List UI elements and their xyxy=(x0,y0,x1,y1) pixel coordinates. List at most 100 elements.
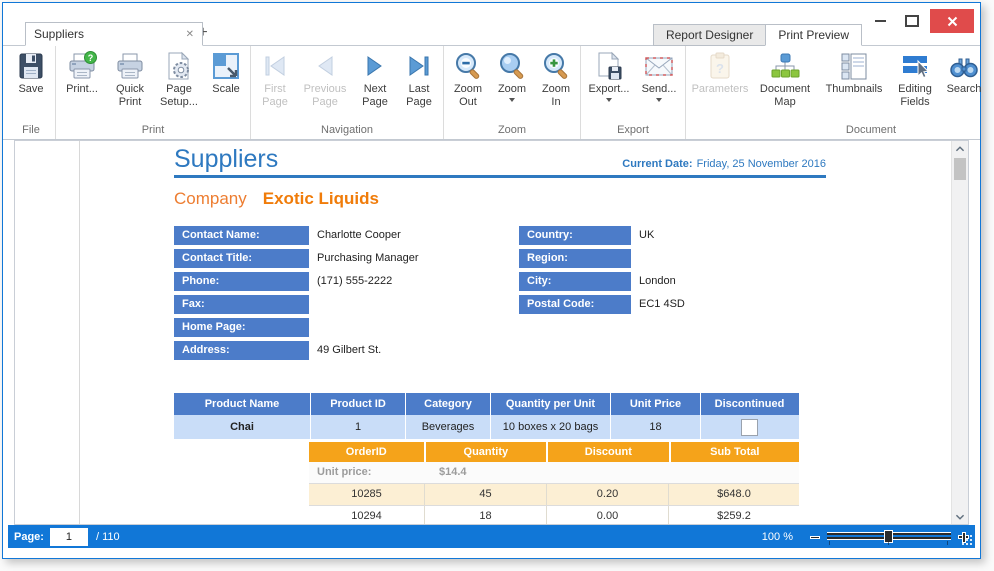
previous-page-button: Previous Page xyxy=(297,46,353,109)
report-title: Suppliers xyxy=(174,145,622,173)
maximize-button[interactable] xyxy=(898,9,926,33)
ribbon-group-label-zoom: Zoom xyxy=(446,124,578,139)
search-button[interactable]: Search xyxy=(940,46,988,96)
thumbnails-icon xyxy=(838,50,870,82)
zoom-in-icon xyxy=(540,50,572,82)
ribbon-group-label-navigation: Navigation xyxy=(253,124,441,139)
quick-print-button[interactable]: Quick Print xyxy=(106,46,154,109)
scroll-down-icon xyxy=(955,514,965,520)
close-button[interactable] xyxy=(930,9,974,33)
resize-grip[interactable] xyxy=(962,535,972,545)
previous-page-icon xyxy=(309,50,341,82)
zoom-button[interactable]: Zoom xyxy=(490,46,534,102)
product-table: Product Name Product ID Category Quantit… xyxy=(174,393,799,439)
zoom-icon xyxy=(496,50,528,82)
next-page-button[interactable]: Next Page xyxy=(353,46,397,109)
contact-info: Contact Name:Charlotte Cooper Contact Ti… xyxy=(174,226,826,364)
page-number-input[interactable] xyxy=(50,528,88,546)
first-page-button: First Page xyxy=(253,46,297,109)
page-setup-icon xyxy=(163,50,195,82)
quick-print-icon xyxy=(114,50,146,82)
search-icon xyxy=(948,50,980,82)
ribbon-group-document: ? Parameters Document Map Thumbnails Edi… xyxy=(686,46,994,139)
parameters-icon: ? xyxy=(704,50,736,82)
ribbon-group-file: Save File xyxy=(7,46,56,139)
ribbon-group-label-file: File xyxy=(9,124,53,139)
titlebar: Suppliers ✕ + Report Designer Print Prev… xyxy=(3,3,980,46)
title-rule xyxy=(174,175,826,178)
zoom-dropdown-arrow-icon[interactable] xyxy=(509,98,515,102)
first-page-icon xyxy=(259,50,291,82)
ribbon-group-label-print: Print xyxy=(58,124,248,139)
preview-viewport: Suppliers Current Date:Friday, 25 Novemb… xyxy=(14,140,969,525)
page-setup-button[interactable]: Page Setup... xyxy=(154,46,204,109)
app-window: Suppliers ✕ + Report Designer Print Prev… xyxy=(2,2,981,559)
send-dropdown-arrow-icon[interactable] xyxy=(656,98,662,102)
report-date-value: Friday, 25 November 2016 xyxy=(697,158,826,170)
ribbon-group-print: ? Print... Quick Print Page Setup... Sca… xyxy=(56,46,251,139)
print-button[interactable]: ? Print... xyxy=(58,46,106,96)
editing-fields-button[interactable]: Editing Fields xyxy=(890,46,940,109)
contact-row: Fax: xyxy=(174,295,519,314)
document-map-button[interactable]: Document Map xyxy=(752,46,818,109)
scroll-up-button[interactable] xyxy=(952,141,968,156)
slider-tick xyxy=(888,541,889,545)
save-button[interactable]: Save xyxy=(9,46,53,96)
maximize-icon xyxy=(905,15,919,27)
minimize-button[interactable] xyxy=(866,9,894,33)
ribbon-group-label-export: Export xyxy=(583,124,683,139)
contact-row: Region: xyxy=(519,249,826,268)
unit-price-value: $14.4 xyxy=(425,462,467,483)
contact-row: Phone:(171) 555-2222 xyxy=(174,272,519,291)
vertical-scrollbar[interactable] xyxy=(951,141,968,524)
editing-fields-icon xyxy=(899,50,931,82)
contact-row: City:London xyxy=(519,272,826,291)
svg-text:?: ? xyxy=(88,53,94,63)
mode-tabs: Report Designer Print Preview xyxy=(653,24,862,46)
zoom-in-button[interactable]: Zoom In xyxy=(534,46,578,109)
ribbon-group-zoom: Zoom Out Zoom Zoom In Zoom xyxy=(444,46,581,139)
discontinued-checkbox[interactable] xyxy=(741,419,758,436)
company-name: Exotic Liquids xyxy=(263,189,379,208)
unit-price-row: Unit price: $14.4 xyxy=(309,462,799,484)
product-row: Chai 1 Beverages 10 boxes x 20 bags 18 xyxy=(174,415,799,439)
window-controls xyxy=(866,9,974,33)
next-page-icon xyxy=(359,50,391,82)
send-button[interactable]: Send... xyxy=(635,46,683,102)
document-map-icon xyxy=(769,50,801,82)
contact-row: Country:UK xyxy=(519,226,826,245)
contact-row: Contact Name:Charlotte Cooper xyxy=(174,226,519,245)
document-tab-suppliers[interactable]: Suppliers ✕ xyxy=(25,22,203,46)
contact-row: Postal Code:EC1 4SD xyxy=(519,295,826,314)
tab-report-designer[interactable]: Report Designer xyxy=(653,24,765,46)
minus-icon xyxy=(810,536,820,539)
scale-button[interactable]: Scale xyxy=(204,46,248,96)
zoom-out-button[interactable]: Zoom Out xyxy=(446,46,490,109)
contact-row: Address:49 Gilbert St. xyxy=(174,341,519,360)
unit-price-label: Unit price: xyxy=(309,462,425,483)
close-icon xyxy=(947,16,958,27)
document-tab-label: Suppliers xyxy=(34,27,186,41)
tab-close-icon[interactable]: ✕ xyxy=(186,29,194,40)
product-table-header: Product Name Product ID Category Quantit… xyxy=(174,393,799,415)
watermark-button[interactable]: Watermark xyxy=(988,46,994,96)
ribbon-group-navigation: First Page Previous Page Next Page Last … xyxy=(251,46,444,139)
company-label: Company xyxy=(174,189,247,208)
company-line: Company Exotic Liquids xyxy=(174,189,826,209)
scrollbar-thumb[interactable] xyxy=(954,158,966,180)
export-dropdown-arrow-icon[interactable] xyxy=(606,98,612,102)
scroll-down-button[interactable] xyxy=(952,509,968,524)
page-total: / 110 xyxy=(96,531,120,543)
contact-row: Home Page: xyxy=(174,318,519,337)
thumbnails-button[interactable]: Thumbnails xyxy=(818,46,890,96)
zoom-out-slider-button[interactable] xyxy=(809,531,821,543)
ribbon-group-export: Export... Send... Export xyxy=(581,46,686,139)
last-page-button[interactable]: Last Page xyxy=(397,46,441,109)
scroll-up-icon xyxy=(955,146,965,152)
zoom-slider[interactable] xyxy=(827,530,951,544)
print-icon: ? xyxy=(66,50,98,82)
tab-print-preview[interactable]: Print Preview xyxy=(765,24,862,46)
export-button[interactable]: Export... xyxy=(583,46,635,102)
scale-icon xyxy=(210,50,242,82)
zoom-out-icon xyxy=(452,50,484,82)
